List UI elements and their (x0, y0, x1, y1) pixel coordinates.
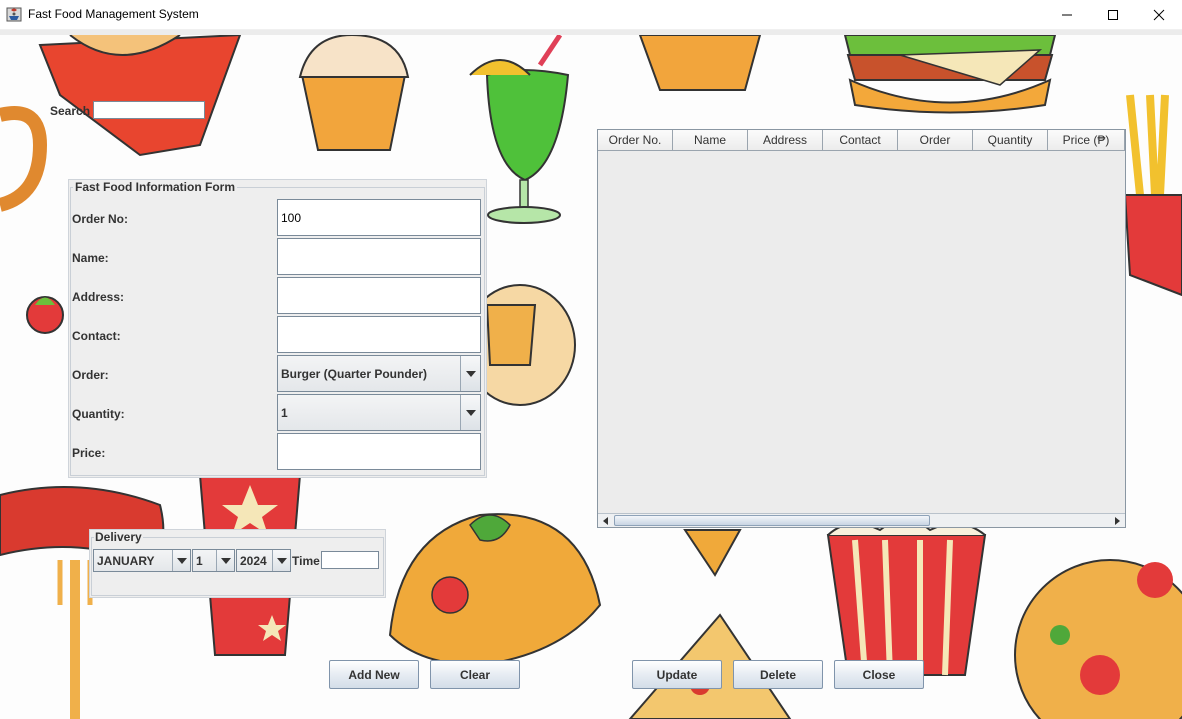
chevron-down-icon (465, 409, 476, 416)
orders-table[interactable]: Order No. Name Address Contact Order Qua… (597, 129, 1126, 528)
column-header-contact[interactable]: Contact (823, 130, 898, 151)
day-select[interactable]: 1 (192, 549, 235, 572)
close-button[interactable]: Close (834, 660, 924, 689)
order-select-arrow[interactable] (460, 356, 480, 391)
delete-button[interactable]: Delete (733, 660, 823, 689)
address-input[interactable] (277, 277, 481, 314)
update-button[interactable]: Update (632, 660, 722, 689)
close-window-button[interactable] (1136, 0, 1182, 30)
search-label: Search (50, 104, 91, 118)
title-bar: Fast Food Management System (0, 0, 1182, 30)
column-header-name[interactable]: Name (673, 130, 748, 151)
delivery-legend: Delivery (94, 530, 143, 544)
column-header-order[interactable]: Order (898, 130, 973, 151)
price-label: Price: (72, 446, 106, 460)
window-title: Fast Food Management System (28, 7, 199, 21)
add-new-button[interactable]: Add New (329, 660, 419, 689)
chevron-down-icon (276, 557, 287, 564)
maximize-button[interactable] (1090, 0, 1136, 30)
month-select-arrow[interactable] (172, 550, 190, 571)
search-input[interactable] (93, 101, 205, 119)
maximize-icon (1108, 10, 1118, 20)
price-input[interactable] (277, 433, 481, 470)
address-label: Address: (72, 290, 125, 304)
quantity-select-arrow[interactable] (460, 395, 480, 430)
day-select-value: 1 (196, 554, 203, 568)
minimize-button[interactable] (1044, 0, 1090, 30)
column-header-order-no[interactable]: Order No. (598, 130, 673, 151)
name-input[interactable] (277, 238, 481, 275)
quantity-label: Quantity: (72, 407, 125, 421)
year-select-arrow[interactable] (272, 550, 290, 571)
contact-input[interactable] (277, 316, 481, 353)
scroll-left-button[interactable] (599, 515, 612, 526)
month-select-value: JANUARY (97, 554, 155, 568)
order-select[interactable]: Burger (Quarter Pounder) (277, 355, 481, 392)
day-select-arrow[interactable] (216, 550, 234, 571)
java-app-icon (6, 7, 22, 22)
info-form-legend: Fast Food Information Form (73, 180, 237, 194)
year-select[interactable]: 2024 (236, 549, 291, 572)
contact-label: Contact: (72, 329, 121, 343)
name-label: Name: (72, 251, 109, 265)
order-no-input[interactable] (277, 199, 481, 236)
arrow-right-icon (1115, 516, 1120, 525)
order-select-value: Burger (Quarter Pounder) (281, 367, 428, 381)
chevron-down-icon (176, 557, 187, 564)
quantity-select-value: 1 (281, 406, 288, 420)
arrow-left-icon (603, 516, 608, 525)
horizontal-scrollbar[interactable] (598, 513, 1125, 527)
chevron-down-icon (220, 557, 231, 564)
column-header-price[interactable]: Price (₱) (1048, 130, 1125, 151)
scroll-thumb[interactable] (614, 515, 930, 526)
clear-button[interactable]: Clear (430, 660, 520, 689)
close-icon (1153, 9, 1165, 21)
order-no-label: Order No: (72, 212, 129, 226)
time-label: Time (292, 554, 320, 568)
column-header-quantity[interactable]: Quantity (973, 130, 1048, 151)
scroll-right-button[interactable] (1111, 515, 1124, 526)
table-header: Order No. Name Address Contact Order Qua… (598, 130, 1125, 151)
month-select[interactable]: JANUARY (93, 549, 191, 572)
chevron-down-icon (465, 370, 476, 377)
minimize-icon (1062, 14, 1072, 16)
order-label: Order: (72, 368, 109, 382)
quantity-select[interactable]: 1 (277, 394, 481, 431)
column-header-address[interactable]: Address (748, 130, 823, 151)
time-input[interactable] (321, 551, 379, 569)
year-select-value: 2024 (240, 554, 267, 568)
